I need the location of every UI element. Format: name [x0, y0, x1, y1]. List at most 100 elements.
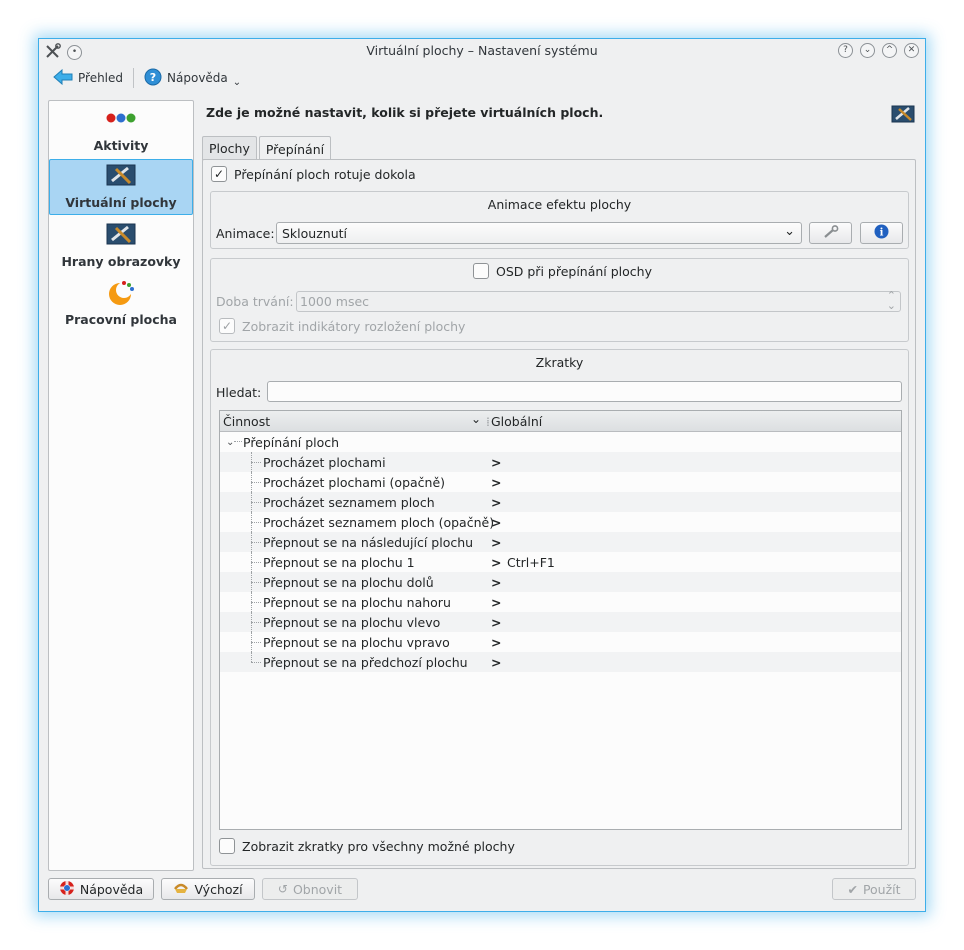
tree-row[interactable]: Přepnout se na plochu vlevo >	[220, 612, 901, 632]
overview-button[interactable]: Přehled	[47, 66, 129, 90]
duration-spinbox[interactable]: 1000 msec ⌃ ⌄	[296, 290, 901, 312]
expand-arrow-icon[interactable]: >	[491, 475, 501, 490]
animation-label: Animace:	[216, 226, 275, 241]
tree-row[interactable]: Přepnout se na plochu vpravo >	[220, 632, 901, 652]
tree-row[interactable]: Přepnout se na plochu 1 > Ctrl+F1	[220, 552, 901, 572]
sidebar-item-screen-edges[interactable]: Hrany obrazovky	[49, 217, 193, 273]
back-arrow-icon	[53, 68, 73, 88]
wrap-around-label: Přepínání ploch rotuje dokola	[234, 166, 416, 182]
virtual-desktops-header-icon	[891, 104, 915, 124]
shortcuts-tree[interactable]: Činnost ⌄ ⁞ Globální ⌄ Přepínání ploch P…	[219, 410, 902, 830]
reset-button-label: Obnovit	[292, 881, 343, 897]
info-icon: i	[874, 224, 889, 242]
expand-arrow-icon[interactable]: >	[491, 535, 501, 550]
tree-row[interactable]: Procházet plochami >	[220, 452, 901, 472]
tree-branch-line	[251, 602, 261, 603]
tab-desktops[interactable]: Plochy	[202, 136, 257, 160]
show-all-row: Zobrazit zkratky pro všechny možné ploch…	[219, 838, 515, 854]
expand-arrow-icon[interactable]: >	[491, 595, 501, 610]
sidebar-item-label: Aktivity	[93, 138, 149, 153]
help-button[interactable]: Nápověda	[48, 878, 154, 900]
apply-button[interactable]: ✔ Použít	[832, 878, 916, 900]
layout-indicator-checkbox[interactable]: ✓	[219, 318, 235, 334]
wrap-around-row: ✓ Přepínání ploch rotuje dokola	[211, 166, 416, 182]
tree-branch-line	[251, 622, 261, 623]
activities-icon	[105, 104, 137, 132]
defaults-icon	[173, 881, 189, 898]
animation-group-title: Animace efektu plochy	[487, 197, 632, 212]
expand-arrow-icon[interactable]: >	[491, 655, 501, 670]
tree-row-action: Přepnout se na plochu nahoru	[263, 594, 451, 610]
sidebar-item-activities[interactable]: Aktivity	[49, 101, 193, 157]
sidebar-item-desktop[interactable]: Pracovní plocha	[49, 275, 193, 331]
tab-switching[interactable]: Přepínání	[258, 136, 332, 161]
maximize-icon[interactable]: ^	[882, 43, 897, 58]
svg-text:i: i	[880, 228, 884, 239]
wrap-around-checkbox[interactable]: ✓	[211, 166, 227, 182]
tree-row[interactable]: Přepnout se na plochu nahoru >	[220, 592, 901, 612]
tree-header: Činnost ⌄ ⁞ Globální	[220, 411, 901, 432]
expand-arrow-icon[interactable]: >	[491, 495, 501, 510]
expand-arrow-icon[interactable]: >	[491, 515, 501, 530]
tree-row-action: Procházet seznamem ploch (opačně)	[263, 514, 495, 530]
tree-row[interactable]: Přepnout se na předchozí plochu >	[220, 652, 901, 672]
tree-branch-line	[251, 462, 261, 463]
close-icon[interactable]: ✕	[904, 43, 919, 58]
tree-row-action: Přepnout se na plochu vlevo	[263, 614, 441, 630]
svg-text:?: ?	[150, 71, 156, 84]
expand-arrow-icon[interactable]: >	[491, 555, 501, 570]
show-all-label: Zobrazit zkratky pro všechny možné ploch…	[242, 838, 515, 854]
chevron-down-icon: ⌄	[784, 224, 795, 239]
defaults-button-label: Výchozí	[194, 881, 243, 897]
minimize-icon[interactable]: ⌄	[860, 43, 875, 58]
column-header-global[interactable]: Globální	[491, 414, 542, 429]
sidebar-item-virtual-desktops[interactable]: Virtuální plochy	[49, 159, 193, 215]
main-panel: Zde je možné nastavit, kolik si přejete …	[202, 100, 918, 871]
help-button-label: Nápověda	[79, 881, 144, 897]
tab-bar: Plochy Přepínání	[202, 136, 333, 161]
toolbar: Přehled ? Nápověda ⌄	[39, 65, 925, 91]
tree-branch-line	[251, 482, 261, 483]
tree-root-row[interactable]: ⌄ Přepínání ploch	[220, 432, 901, 452]
tree-row-action: Přepnout se na následující plochu	[263, 534, 474, 550]
tree-row[interactable]: Procházet seznamem ploch (opačně) >	[220, 512, 901, 532]
configure-animation-button[interactable]	[809, 222, 852, 244]
defaults-button[interactable]: Výchozí	[161, 878, 255, 900]
layout-indicator-row: ✓ Zobrazit indikátory rozložení plochy	[219, 318, 465, 334]
spin-arrows-icon[interactable]: ⌃ ⌄	[887, 290, 896, 311]
help-icon[interactable]: ?	[838, 43, 853, 58]
expand-arrow-icon[interactable]: >	[491, 575, 501, 590]
sidebar-item-label: Hrany obrazovky	[61, 254, 181, 269]
tree-row[interactable]: Procházet plochami (opačně) >	[220, 472, 901, 492]
osd-group: OSD při přepínání plochy Doba trvání: 10…	[210, 258, 909, 342]
collapse-chevron-icon[interactable]: ⌄	[226, 437, 234, 448]
sort-chevron-icon: ⌄	[471, 412, 482, 426]
tree-row[interactable]: Přepnout se na následující plochu >	[220, 532, 901, 552]
show-all-checkbox[interactable]	[219, 838, 235, 854]
animation-select[interactable]: Sklouznutí ⌄	[276, 222, 802, 244]
animation-info-button[interactable]: i	[860, 222, 903, 244]
tree-row-shortcut[interactable]: Ctrl+F1	[507, 555, 555, 570]
osd-checkbox[interactable]	[473, 263, 489, 279]
expand-arrow-icon[interactable]: >	[491, 635, 501, 650]
duration-label: Doba trvání:	[216, 294, 294, 309]
tree-row-action: Přepnout se na plochu dolů	[263, 574, 434, 590]
expand-arrow-icon[interactable]: >	[491, 455, 501, 470]
tree-row[interactable]: Procházet seznamem ploch >	[220, 492, 901, 512]
chevron-down-icon: ⌄	[232, 76, 242, 88]
animation-group: Animace efektu plochy Animace: Sklouznut…	[210, 191, 909, 249]
reset-button[interactable]: ↺ Obnovit	[262, 878, 358, 900]
animation-value: Sklouznutí	[282, 225, 347, 241]
tree-branch-line	[251, 582, 261, 583]
column-header-action[interactable]: Činnost	[223, 414, 270, 429]
search-input[interactable]	[267, 381, 902, 402]
duration-value: 1000 msec	[300, 294, 370, 309]
screen-edges-icon	[105, 220, 137, 248]
osd-label: OSD při přepínání plochy	[496, 263, 652, 279]
expand-arrow-icon[interactable]: >	[491, 615, 501, 630]
search-label: Hledat:	[216, 385, 262, 400]
tree-branch-line	[251, 662, 261, 663]
help-menu-button[interactable]: ? Nápověda ⌄	[138, 66, 247, 90]
tree-row[interactable]: Přepnout se na plochu dolů >	[220, 572, 901, 592]
tree-root-label: Přepínání ploch	[243, 434, 340, 450]
